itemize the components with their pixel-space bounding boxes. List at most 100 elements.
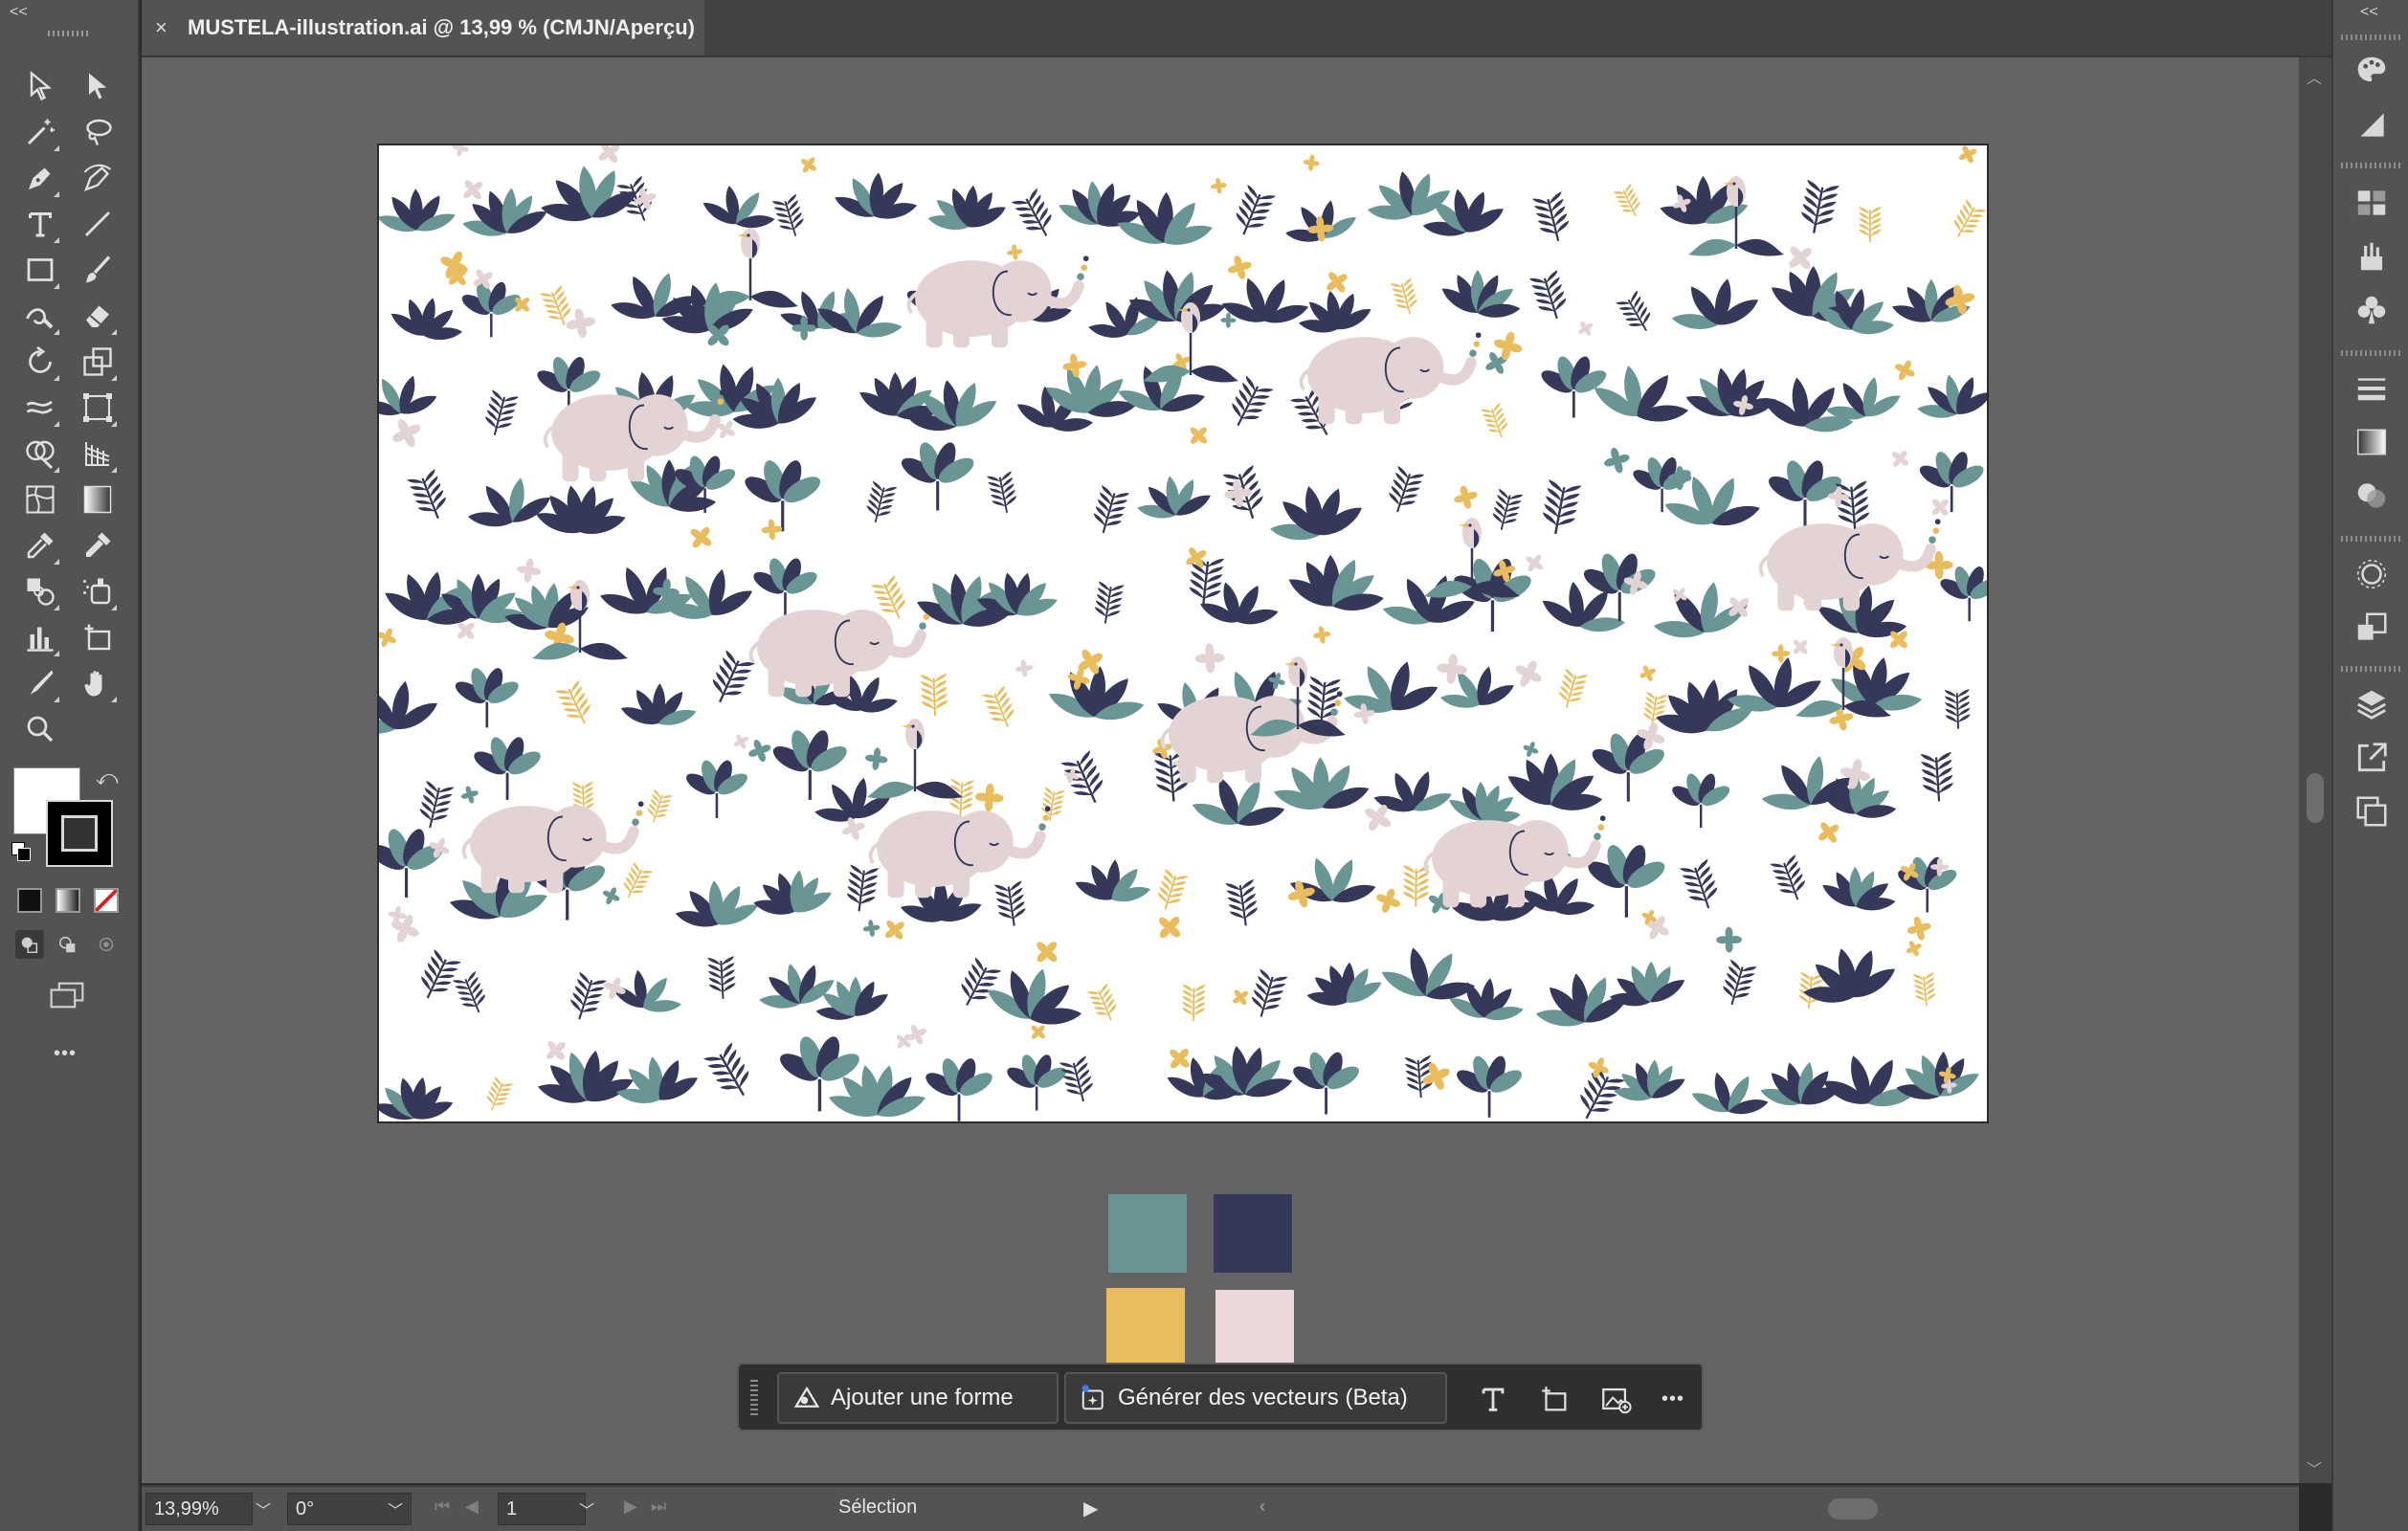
- stroke-swatch[interactable]: [46, 800, 113, 867]
- eraser-tool[interactable]: [77, 295, 119, 337]
- eyedropper-tool[interactable]: [19, 524, 61, 566]
- horizontal-scrollbar[interactable]: ‹ ›: [1260, 1495, 2408, 1523]
- artboard[interactable]: [377, 144, 1989, 1123]
- scroll-down-icon[interactable]: ﹀: [2307, 1456, 2322, 1479]
- document-tab[interactable]: × MUSTELA-illustration.ai @ 13,99 % (CMJ…: [142, 0, 704, 55]
- canvas[interactable]: [142, 57, 2299, 1483]
- none-mode-button[interactable]: [94, 888, 119, 913]
- selection-tool[interactable]: [19, 65, 61, 107]
- draw-behind-button[interactable]: [54, 930, 82, 959]
- status-menu-icon[interactable]: ▶: [1083, 1497, 1098, 1520]
- artboards-stack-icon: [2356, 796, 2387, 827]
- rotation-dropdown-icon[interactable]: ﹀: [379, 1493, 412, 1525]
- dock-grip[interactable]: [2341, 34, 2402, 40]
- shape-builder-icon: [26, 440, 55, 470]
- screen-mode-button[interactable]: [46, 978, 88, 1012]
- edit-toolbar-button[interactable]: •••: [54, 1043, 77, 1065]
- vertical-scroll-thumb[interactable]: [2307, 773, 2324, 823]
- last-artboard-icon[interactable]: ⏭: [651, 1497, 666, 1517]
- export-panel-button[interactable]: [2351, 737, 2393, 779]
- perspective-grid-tool[interactable]: [77, 433, 119, 475]
- warp-tool[interactable]: [19, 387, 61, 429]
- lasso-tool[interactable]: [77, 111, 119, 153]
- rectangle-tool[interactable]: [19, 249, 61, 291]
- close-tab-icon[interactable]: ×: [155, 15, 174, 40]
- add-shape-button[interactable]: Ajouter une forme: [777, 1372, 1059, 1424]
- swatch-mustard[interactable]: [1106, 1288, 1185, 1366]
- default-fill-stroke-icon[interactable]: [11, 842, 31, 861]
- gradient-mode-button[interactable]: [56, 888, 80, 913]
- toolbar-grip[interactable]: [48, 31, 90, 36]
- pen-tool[interactable]: [19, 157, 61, 199]
- bar-graph-icon: [27, 627, 54, 652]
- type-button[interactable]: [1472, 1378, 1514, 1420]
- vertical-scrollbar[interactable]: ︿ ﹀: [2299, 57, 2331, 1483]
- taskbar-grip[interactable]: [750, 1380, 758, 1416]
- pen-nib-icon: [29, 167, 51, 189]
- stroke-panel-button[interactable]: [2351, 367, 2393, 410]
- draw-normal-icon: [21, 937, 38, 953]
- measure-tool[interactable]: [77, 524, 119, 566]
- generate-vectors-button[interactable]: Générer des vecteurs (Beta): [1064, 1372, 1447, 1424]
- artboard-tool[interactable]: [77, 616, 119, 658]
- swatch-blush[interactable]: [1215, 1290, 1294, 1368]
- curvature-tool[interactable]: [77, 157, 119, 199]
- previous-artboard-icon[interactable]: ◀: [465, 1497, 479, 1517]
- artboard-options-button[interactable]: [1533, 1378, 1575, 1420]
- zoom-tool[interactable]: [19, 708, 61, 750]
- artboards-panel-button[interactable]: [2351, 790, 2393, 832]
- swatch-navy[interactable]: [1214, 1194, 1292, 1273]
- column-graph-tool[interactable]: [19, 616, 61, 658]
- draw-inside-button[interactable]: [92, 930, 121, 959]
- zoom-value: 13,99%: [154, 1498, 219, 1520]
- place-image-button[interactable]: [1594, 1378, 1637, 1420]
- rotate-tool[interactable]: [19, 341, 61, 383]
- zoom-field[interactable]: 13,99%: [145, 1493, 253, 1525]
- color-panel-button[interactable]: [2351, 50, 2393, 92]
- first-artboard-icon[interactable]: ⏮: [435, 1497, 450, 1517]
- color-guide-icon: [2358, 111, 2385, 138]
- swatches-panel-button[interactable]: [2351, 182, 2393, 224]
- gradient-tool[interactable]: [77, 478, 119, 521]
- lasso-icon: [86, 119, 112, 145]
- shaper-icon: [26, 308, 54, 329]
- direct-selection-tool[interactable]: [77, 65, 119, 107]
- artboard-dropdown-icon[interactable]: ﹀: [570, 1493, 603, 1525]
- horizontal-scroll-thumb[interactable]: [1828, 1498, 1878, 1520]
- paintbrush-tool[interactable]: [77, 249, 119, 291]
- swatch-teal[interactable]: [1108, 1194, 1187, 1273]
- collapse-dock-button[interactable]: <<: [2360, 4, 2378, 21]
- symbol-sprayer-tool[interactable]: [77, 570, 119, 612]
- brushes-panel-button[interactable]: [2351, 235, 2393, 277]
- slice-tool[interactable]: [19, 662, 61, 704]
- transparency-panel-button[interactable]: [2351, 475, 2393, 517]
- hand-tool[interactable]: [77, 662, 119, 704]
- line-segment-tool[interactable]: [77, 203, 119, 245]
- free-transform-tool[interactable]: [77, 387, 119, 429]
- draw-normal-button[interactable]: [15, 930, 44, 959]
- color-mode-button[interactable]: [17, 888, 42, 913]
- shaper-tool[interactable]: [19, 295, 61, 337]
- scroll-left-icon[interactable]: ‹: [1260, 1497, 1265, 1517]
- scroll-up-icon[interactable]: ︿: [2307, 65, 2322, 88]
- next-artboard-icon[interactable]: ▶: [624, 1497, 637, 1517]
- type-tool[interactable]: [19, 203, 61, 245]
- collapse-toolbar-button[interactable]: <<: [10, 4, 28, 21]
- knife-icon: [30, 670, 54, 695]
- magic-wand-tool[interactable]: [19, 111, 61, 153]
- swap-fill-stroke-icon[interactable]: ⤺: [96, 766, 119, 790]
- scale-tool[interactable]: [77, 341, 119, 383]
- color-guide-panel-button[interactable]: [2351, 103, 2393, 145]
- zoom-dropdown-icon[interactable]: ﹀: [247, 1493, 279, 1525]
- appearance-panel-button[interactable]: [2351, 553, 2393, 595]
- layers-panel-button[interactable]: [2351, 683, 2393, 725]
- more-options-button[interactable]: •••: [1652, 1378, 1694, 1420]
- graphic-styles-panel-button[interactable]: [2351, 607, 2393, 649]
- symbols-panel-button[interactable]: [2351, 289, 2393, 331]
- mesh-tool[interactable]: [19, 478, 61, 521]
- shape-builder-tool[interactable]: [19, 433, 61, 475]
- illustration-pattern[interactable]: [379, 145, 1987, 1121]
- blend-tool[interactable]: [19, 570, 61, 612]
- gradient-panel-button[interactable]: [2351, 421, 2393, 463]
- dock-separator: [2341, 536, 2402, 542]
